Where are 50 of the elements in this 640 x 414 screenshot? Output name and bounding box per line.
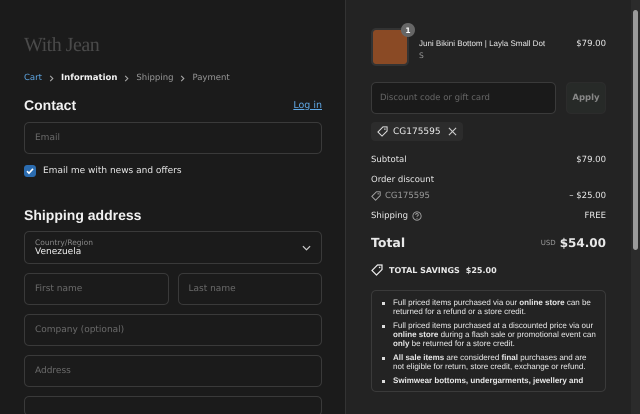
bullet-icon <box>382 325 385 328</box>
email-field[interactable]: Email <box>24 122 322 154</box>
policy-text: Full priced items purchased at a discounted price via our online store during a flash sale or promotional event can only be returned for a store credit. <box>393 321 597 348</box>
product-photo-placeholder <box>371 28 409 66</box>
bullet-icon <box>382 357 385 360</box>
total-label: Total <box>371 235 406 250</box>
section-heading: Shipping address <box>24 207 142 223</box>
product-price: $79.00 <box>576 38 606 49</box>
summary-value: $79.00 <box>576 155 606 165</box>
breadcrumb-item: Information <box>60 73 118 83</box>
chevron-right-icon <box>179 74 186 82</box>
apply-button[interactable]: Apply <box>566 82 606 114</box>
section-heading: Contact <box>24 97 76 113</box>
bullet-icon <box>382 380 385 383</box>
tag-icon <box>371 191 381 201</box>
chevron-right-icon <box>123 74 130 82</box>
text-field[interactable]: Last name <box>178 273 322 305</box>
summary-label: Order discount <box>371 175 434 185</box>
text-field[interactable]: Company (optional) <box>24 314 322 346</box>
policy-text: Full priced items purchased via our online store can be returned for a refund or a store credit. <box>393 298 592 316</box>
summary-value: – $25.00 <box>569 191 606 201</box>
summary-label: Subtotal <box>371 155 407 165</box>
summary-value: FREE <box>584 211 606 221</box>
tag-icon <box>377 126 388 137</box>
checkbox[interactable] <box>24 165 36 177</box>
summary-label: Shipping <box>371 211 408 221</box>
discount-field[interactable]: Discount code or gift card <box>371 82 556 114</box>
login-link[interactable]: Log in <box>293 100 322 110</box>
policy-text: All sale items are considered final purchases and are not eligible for return, store credit, exchange or refund. <box>393 353 588 371</box>
chevron-right-icon <box>48 74 55 82</box>
scrollbar[interactable] <box>631 0 640 414</box>
savings-label: TOTAL SAVINGS <box>389 266 460 274</box>
text-field[interactable]: Address <box>24 355 322 387</box>
text-field[interactable]: First name <box>24 273 168 305</box>
breadcrumb-item: Shipping <box>136 73 174 83</box>
discount-code: CG175595 <box>393 126 441 136</box>
savings-value: $25.00 <box>466 266 497 274</box>
discount-code: CG175595 <box>385 191 430 201</box>
checkbox-label: Email me with news and offers <box>43 166 182 176</box>
policy-text: Swimwear bottoms, undergarments, jewellery and <box>393 376 584 385</box>
product-name: Juni Bikini Bottom | Layla Small Dot <box>419 39 546 48</box>
bullet-icon <box>382 302 385 305</box>
remove-icon[interactable] <box>446 127 457 136</box>
total-value: $54.00 <box>560 236 606 250</box>
text-field[interactable] <box>24 396 322 414</box>
breadcrumb-item: Payment <box>192 73 230 83</box>
chevron-down-icon <box>302 244 311 250</box>
breadcrumb-item[interactable]: Cart <box>24 73 42 83</box>
tag-icon <box>371 264 383 276</box>
help-icon[interactable] <box>412 211 422 221</box>
